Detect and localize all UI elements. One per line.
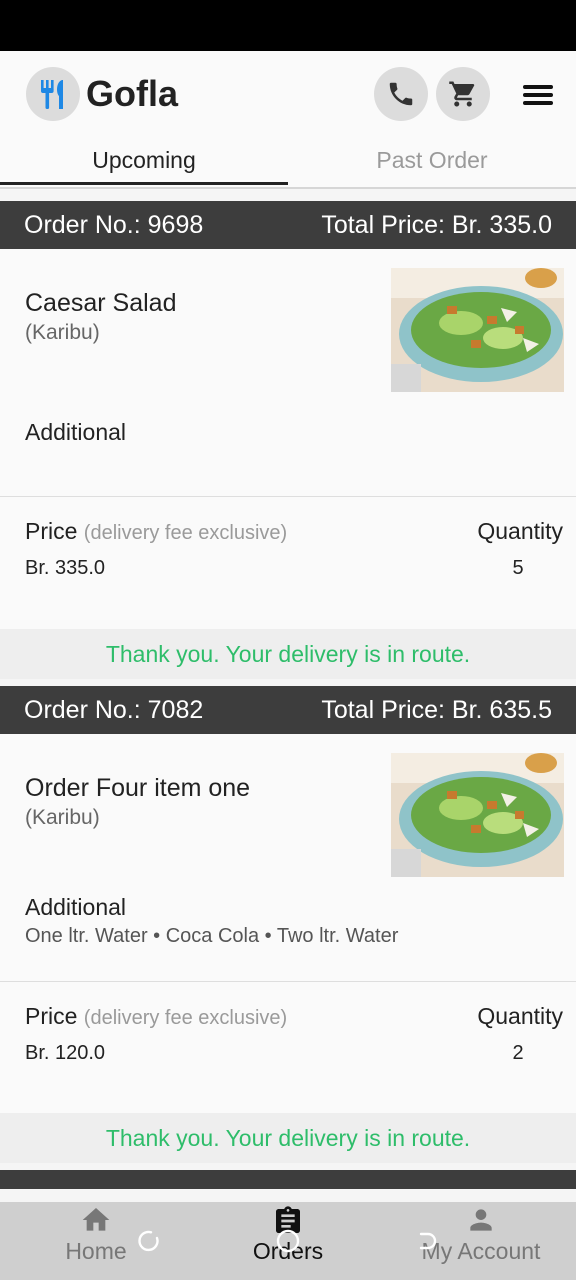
back-gesture-icon[interactable] bbox=[415, 1229, 439, 1253]
order-header: Order No.: 7082 Total Price: Br. 635.5 bbox=[0, 686, 576, 734]
order-number: Order No.: 7082 bbox=[24, 696, 204, 724]
status-bar bbox=[0, 0, 576, 51]
orders-list[interactable]: Order No.: 9698 Total Price: Br. 335.0 C… bbox=[0, 189, 576, 1189]
price-value: Br. 335.0 bbox=[25, 557, 106, 579]
price-label: Price (delivery fee exclusive) bbox=[25, 518, 287, 545]
tab-upcoming[interactable]: Upcoming bbox=[0, 139, 288, 185]
person-icon bbox=[470, 1209, 492, 1231]
order-number: Order No.: 9698 bbox=[24, 211, 204, 239]
item-name: Caesar Salad bbox=[25, 289, 177, 317]
order-tabs: Upcoming Past Order bbox=[0, 139, 576, 189]
price-label: Price (delivery fee exclusive) bbox=[25, 1003, 287, 1030]
delivery-status: Thank you. Your delivery is in route. bbox=[0, 629, 576, 679]
menu-button[interactable] bbox=[518, 77, 558, 113]
home-icon bbox=[82, 1208, 110, 1231]
item-name: Order Four item one bbox=[25, 774, 251, 802]
recent-apps-gesture-icon[interactable] bbox=[137, 1229, 161, 1253]
cart-icon bbox=[449, 81, 475, 107]
cart-button[interactable] bbox=[436, 67, 490, 121]
order-header: Order No.: 9698 Total Price: Br. 335.0 bbox=[0, 201, 576, 249]
divider bbox=[0, 981, 576, 982]
price-value: Br. 120.0 bbox=[25, 1042, 106, 1064]
order-total-price: Total Price: Br. 335.0 bbox=[321, 211, 552, 239]
hamburger-menu-icon bbox=[523, 85, 553, 105]
home-gesture-icon[interactable] bbox=[276, 1229, 300, 1253]
app-title: Gofla bbox=[86, 73, 179, 114]
nav-home-label: Home bbox=[65, 1238, 127, 1264]
divider bbox=[0, 496, 576, 497]
call-button[interactable] bbox=[374, 67, 428, 121]
price-label-text: Price bbox=[25, 1003, 78, 1029]
order-card[interactable]: Order Four item one (Karibu) Additional … bbox=[0, 734, 576, 1113]
fork-knife-icon bbox=[26, 67, 80, 121]
order-header bbox=[0, 1170, 576, 1189]
restaurant-name: (Karibu) bbox=[25, 806, 100, 829]
additional-label: Additional bbox=[25, 894, 127, 920]
quantity-label: Quantity bbox=[477, 1003, 563, 1029]
quantity-value: 5 bbox=[512, 557, 524, 579]
app-bar: Gofla bbox=[0, 51, 576, 139]
food-image bbox=[391, 268, 564, 392]
delivery-status: Thank you. Your delivery is in route. bbox=[0, 1113, 576, 1163]
tab-past-order[interactable]: Past Order bbox=[288, 139, 576, 185]
nav-home[interactable]: Home bbox=[40, 1202, 152, 1280]
price-note: (delivery fee exclusive) bbox=[83, 522, 288, 544]
restaurant-name: (Karibu) bbox=[25, 321, 100, 344]
quantity-value: 2 bbox=[512, 1042, 524, 1064]
active-tab-indicator bbox=[0, 182, 288, 185]
price-label-text: Price bbox=[25, 518, 78, 544]
order-card[interactable]: Caesar Salad (Karibu) Additional Price (… bbox=[0, 249, 576, 629]
phone-icon bbox=[389, 82, 413, 106]
price-note: (delivery fee exclusive) bbox=[83, 1007, 288, 1029]
food-image bbox=[391, 753, 564, 877]
additional-label: Additional bbox=[25, 419, 127, 445]
quantity-label: Quantity bbox=[477, 518, 563, 544]
order-total-price: Total Price: Br. 635.5 bbox=[321, 696, 552, 724]
additional-items: One ltr. Water • Coca Cola • Two ltr. Wa… bbox=[25, 925, 399, 947]
